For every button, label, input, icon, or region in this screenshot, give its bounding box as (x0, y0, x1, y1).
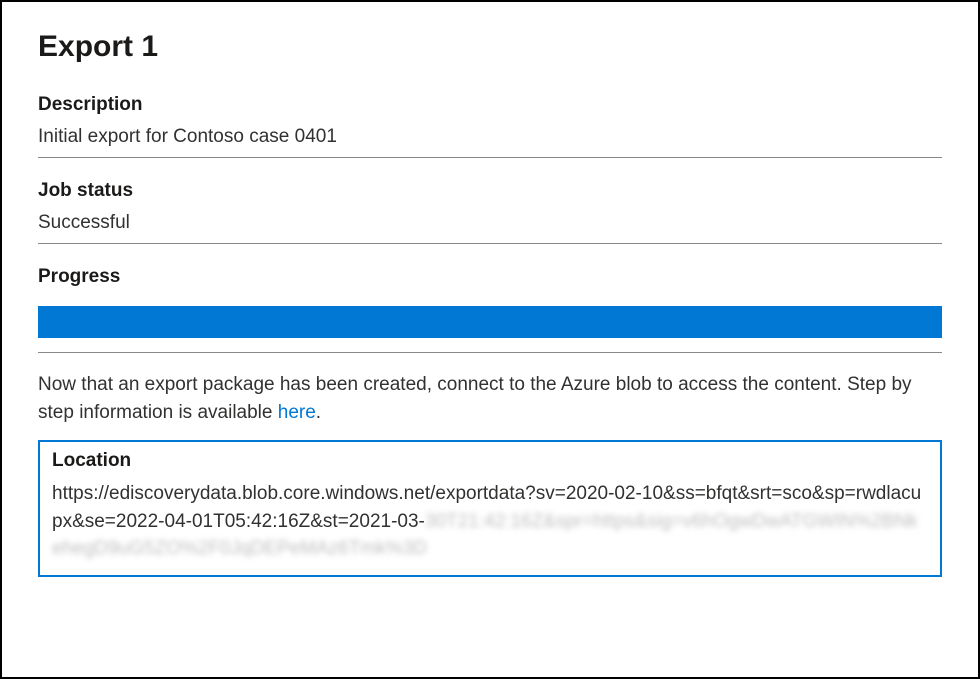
export-details-panel: Export 1 Description Initial export for … (0, 0, 980, 679)
progress-section: Progress (38, 266, 942, 353)
job-status-section: Job status Successful (38, 180, 942, 244)
description-section: Description Initial export for Contoso c… (38, 94, 942, 158)
job-status-label: Job status (38, 180, 942, 202)
location-box: Location https://ediscoverydata.blob.cor… (38, 440, 942, 577)
location-label: Location (52, 450, 928, 472)
info-text-before: Now that an export package has been crea… (38, 374, 912, 423)
progress-label: Progress (38, 266, 942, 288)
description-label: Description (38, 94, 942, 116)
progress-bar-fill (38, 306, 942, 338)
page-title: Export 1 (38, 30, 942, 64)
progress-bar (38, 306, 942, 338)
location-url[interactable]: https://ediscoverydata.blob.core.windows… (52, 480, 928, 563)
job-status-value: Successful (38, 212, 942, 244)
info-text-after: . (316, 402, 321, 423)
description-value: Initial export for Contoso case 0401 (38, 126, 942, 158)
info-text: Now that an export package has been crea… (38, 371, 942, 426)
divider (38, 352, 942, 353)
info-link-here[interactable]: here (278, 402, 316, 423)
